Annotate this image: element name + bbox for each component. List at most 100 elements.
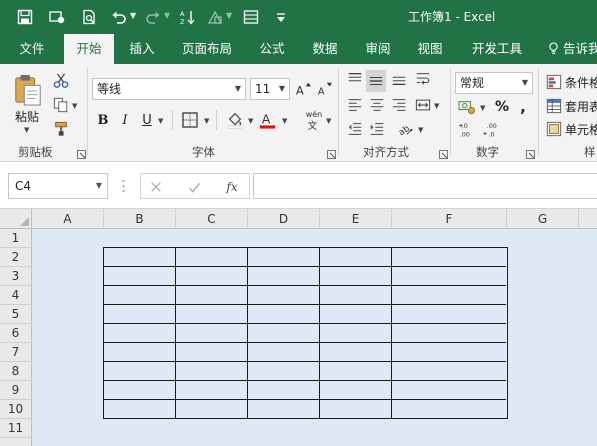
accounting-format-icon[interactable] [457, 98, 477, 116]
form-icon[interactable] [240, 6, 262, 28]
row-header-5[interactable]: 5 [0, 305, 32, 324]
cut-icon[interactable] [52, 72, 70, 90]
italic-icon[interactable]: I [117, 111, 133, 129]
borders-icon[interactable] [181, 111, 199, 129]
font-color-dropdown-icon[interactable]: ▼ [282, 117, 287, 125]
row-header-11[interactable]: 11 [0, 419, 32, 438]
cell-b3[interactable] [104, 267, 176, 286]
cell-f5[interactable] [392, 305, 506, 324]
merge-center-icon[interactable] [414, 96, 432, 114]
underline-dropdown-icon[interactable]: ▼ [158, 117, 163, 125]
cell-b6[interactable] [104, 324, 176, 343]
phonetic-guide-icon[interactable]: wén 文 [302, 106, 326, 134]
tab-tell-me[interactable]: 告诉我 [546, 34, 597, 64]
tab-page-layout[interactable]: 页面布局 [172, 34, 242, 64]
name-box[interactable]: C4 ▼ [8, 173, 108, 199]
cell-e3[interactable] [320, 267, 392, 286]
cell-c3[interactable] [176, 267, 248, 286]
conditional-format-label[interactable]: 条件格 [565, 74, 597, 91]
cell-e4[interactable] [320, 286, 392, 305]
redo-dropdown-icon[interactable]: ▼ [164, 11, 170, 20]
cell-f9[interactable] [392, 381, 506, 400]
row-header-8[interactable]: 8 [0, 362, 32, 381]
clipboard-launcher-icon[interactable] [77, 148, 86, 159]
row-header-9[interactable]: 9 [0, 381, 32, 400]
column-header-g[interactable]: G [507, 209, 579, 229]
save-icon[interactable] [14, 6, 36, 28]
align-center-icon[interactable] [368, 96, 386, 114]
cell-d6[interactable] [248, 324, 320, 343]
cell-e8[interactable] [320, 362, 392, 381]
row-header-12-partial[interactable] [0, 438, 32, 446]
cell-c8[interactable] [176, 362, 248, 381]
cell-c9[interactable] [176, 381, 248, 400]
cell-e2[interactable] [320, 248, 392, 267]
decrease-decimal-icon[interactable]: .00.0 [482, 120, 504, 140]
row-header-2[interactable]: 2 [0, 248, 32, 267]
align-left-icon[interactable] [346, 96, 364, 114]
cell-f3[interactable] [392, 267, 506, 286]
row-header-10[interactable]: 10 [0, 400, 32, 419]
fill-color-dropdown-icon[interactable]: ▼ [248, 117, 253, 125]
tab-developer[interactable]: 开发工具 [462, 34, 532, 64]
cell-f4[interactable] [392, 286, 506, 305]
cell-c7[interactable] [176, 343, 248, 362]
fill-color-icon[interactable] [225, 110, 245, 130]
tab-file[interactable]: 文件 [8, 34, 56, 64]
align-right-icon[interactable] [390, 96, 408, 114]
cell-f2[interactable] [392, 248, 506, 267]
enter-icon[interactable] [185, 178, 203, 196]
touch-mode-icon[interactable] [46, 6, 68, 28]
customize-qat-icon[interactable] [270, 6, 292, 28]
cell-b4[interactable] [104, 286, 176, 305]
paste-dropdown-icon[interactable]: ▼ [24, 126, 29, 134]
cell-f6[interactable] [392, 324, 506, 343]
copy-icon[interactable] [52, 96, 70, 114]
tab-insert[interactable]: 插入 [120, 34, 164, 64]
cell-b10[interactable] [104, 400, 176, 418]
cell-f8[interactable] [392, 362, 506, 381]
shapes-icon[interactable] [204, 6, 226, 28]
underline-icon[interactable]: U [139, 111, 155, 129]
cell-f7[interactable] [392, 343, 506, 362]
cell-e6[interactable] [320, 324, 392, 343]
cell-d4[interactable] [248, 286, 320, 305]
cell-c2[interactable] [176, 248, 248, 267]
insert-function-button[interactable]: fx [221, 177, 243, 197]
tab-review[interactable]: 审阅 [356, 34, 400, 64]
column-header-d[interactable]: D [248, 209, 320, 229]
cell-e9[interactable] [320, 381, 392, 400]
column-header-e[interactable]: E [320, 209, 392, 229]
cell-c4[interactable] [176, 286, 248, 305]
cell-d9[interactable] [248, 381, 320, 400]
formula-input[interactable] [253, 173, 597, 199]
orientation-dropdown-icon[interactable]: ▼ [418, 126, 423, 134]
paste-icon[interactable] [12, 72, 44, 108]
font-size-dropdown[interactable]: 11 ▼ [250, 78, 290, 100]
cell-c10[interactable] [176, 400, 248, 418]
undo-dropdown-icon[interactable]: ▼ [130, 11, 136, 20]
row-header-3[interactable]: 3 [0, 267, 32, 286]
format-painter-icon[interactable] [52, 120, 70, 138]
cell-b2[interactable] [104, 248, 176, 267]
tab-view[interactable]: 视图 [408, 34, 452, 64]
row-header-7[interactable]: 7 [0, 343, 32, 362]
cell-f10[interactable] [392, 400, 506, 418]
cell-b7[interactable] [104, 343, 176, 362]
number-launcher-icon[interactable] [526, 148, 535, 159]
number-format-dropdown[interactable]: 常规 ▼ [455, 72, 533, 94]
phonetic-dropdown-icon[interactable]: ▼ [326, 117, 331, 125]
format-as-table-icon[interactable] [545, 97, 563, 115]
font-color-icon[interactable]: A [258, 110, 278, 130]
cell-c6[interactable] [176, 324, 248, 343]
formula-bar-grip-icon[interactable] [122, 179, 125, 193]
percent-icon[interactable]: % [494, 98, 510, 116]
row-header-6[interactable]: 6 [0, 324, 32, 343]
shapes-dropdown-icon[interactable]: ▼ [226, 11, 232, 20]
tab-home[interactable]: 开始 [64, 34, 114, 64]
decrease-font-size-icon[interactable]: A [316, 80, 334, 98]
middle-align-icon[interactable] [366, 70, 386, 92]
cell-styles-label[interactable]: 单元格 [565, 121, 597, 138]
undo-icon[interactable] [108, 6, 130, 28]
font-name-dropdown[interactable]: 等线 ▼ [92, 78, 246, 100]
